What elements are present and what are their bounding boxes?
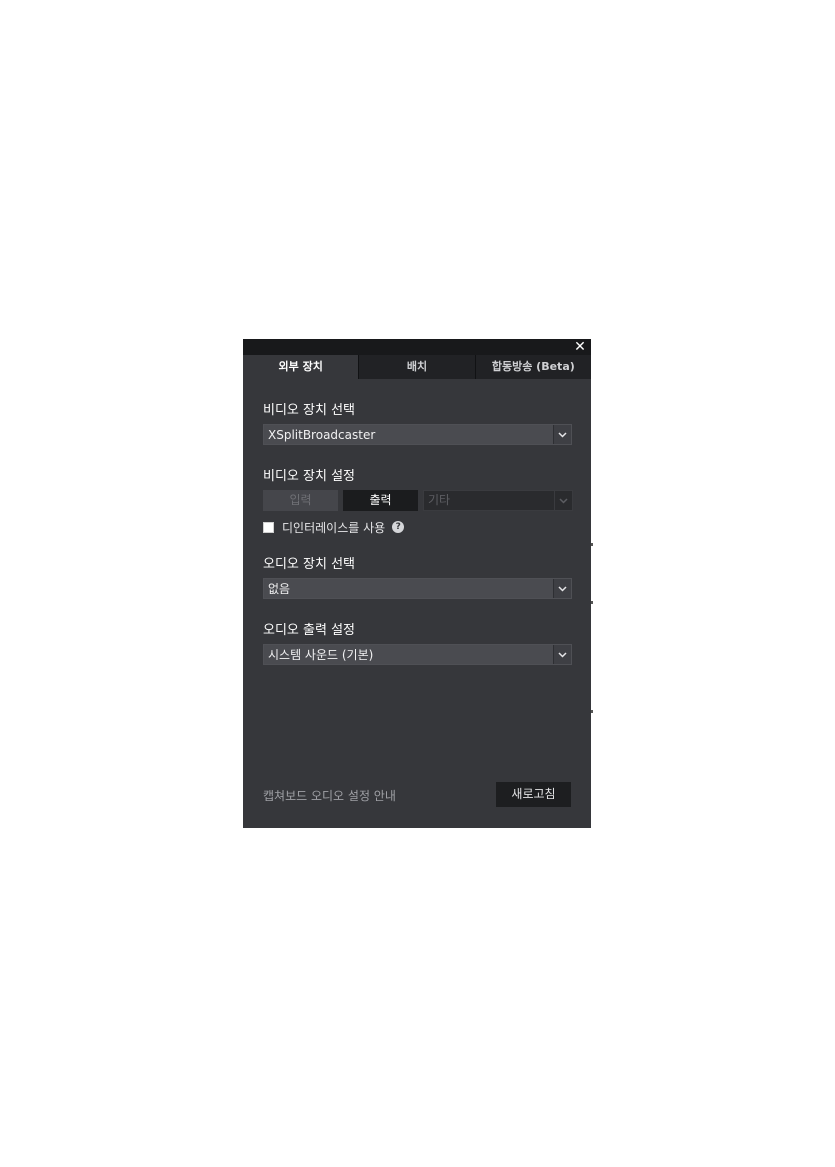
input-button[interactable]: 입력 [263,490,338,511]
edge-artifact [591,601,593,604]
deinterlace-row: 디인터레이스를 사용 ? [263,520,405,535]
help-icon[interactable]: ? [392,521,405,533]
tab-external-device[interactable]: 외부 장치 [243,355,359,379]
audio-output-label: 오디오 출력 설정 [263,623,355,638]
chevron-down-icon [553,579,571,598]
video-settings-label: 비디오 장치 설정 [263,469,355,484]
title-bar: ✕ [243,339,591,355]
close-icon[interactable]: ✕ [573,339,587,355]
chevron-down-icon [554,491,572,510]
audio-output-value: 시스템 사운드 (기본) [268,648,374,662]
chevron-down-icon [553,645,571,664]
deinterlace-checkbox[interactable] [263,521,274,533]
tab-layout[interactable]: 배치 [358,355,475,379]
video-device-value: XSplitBroadcaster [268,428,376,442]
other-select-label: 기타 [428,493,451,507]
other-select[interactable]: 기타 [423,490,573,511]
audio-device-value: 없음 [268,582,291,596]
audio-device-label: 오디오 장치 선택 [263,557,355,572]
tab-bar: 외부 장치 배치 합동방송 (Beta) [243,355,591,379]
video-device-label: 비디오 장치 선택 [263,403,355,418]
audio-output-select[interactable]: 시스템 사운드 (기본) [263,644,572,665]
chevron-down-icon [553,425,571,444]
tab-joint-broadcast[interactable]: 합동방송 (Beta) [474,355,591,379]
deinterlace-label: 디인터레이스를 사용 [282,520,386,535]
edge-artifact [591,543,593,546]
output-button[interactable]: 출력 [343,490,418,511]
refresh-button[interactable]: 새로고침 [496,782,571,807]
audio-device-select[interactable]: 없음 [263,578,572,599]
video-device-select[interactable]: XSplitBroadcaster [263,424,572,445]
capture-audio-guide-link[interactable]: 캡쳐보드 오디오 설정 안내 [263,787,396,804]
external-device-panel: ✕ 외부 장치 배치 합동방송 (Beta) 비디오 장치 선택 XSplitB… [243,339,591,828]
edge-artifact [591,710,593,713]
